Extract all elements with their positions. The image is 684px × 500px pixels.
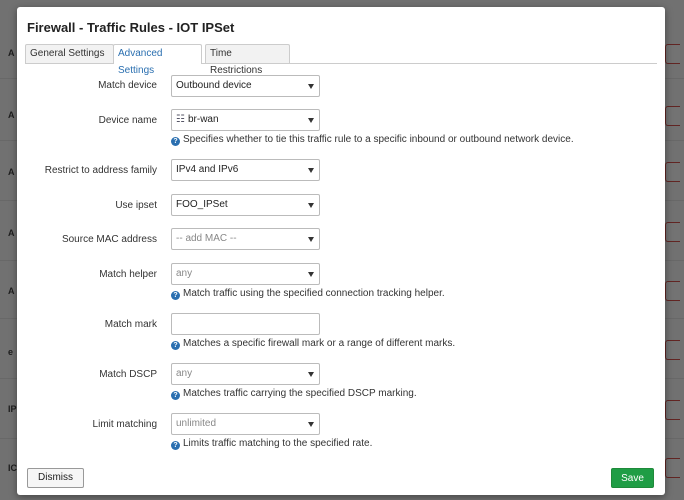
help-icon: ? [171,291,180,300]
chevron-down-icon [308,372,314,377]
match-dscp-value: any [176,368,193,379]
device-name-select[interactable]: ☷ br-wan [171,109,320,131]
tab-time-restrictions[interactable]: Time Restrictions [205,44,290,76]
match-mark-help-text: Matches a specific firewall mark or a ra… [183,338,456,349]
tab-bar: General Settings Advanced Settings Time … [25,44,657,76]
network-device-icon: ☷ [176,114,185,125]
chevron-down-icon [308,272,314,277]
chevron-down-icon [308,84,314,89]
device-name-help: ? Specifies whether to tie this traffic r… [171,134,574,146]
match-dscp-select[interactable]: any [171,363,320,385]
match-helper-select[interactable]: any [171,263,320,285]
help-icon: ? [171,137,180,146]
device-name-value: br-wan [187,114,219,125]
help-icon: ? [171,441,180,450]
save-button[interactable]: Save [611,468,654,488]
source-mac-label: Source MAC address [61,234,157,245]
device-name-help-text: Specifies whether to tie this traffic ru… [183,134,574,145]
match-helper-label: Match helper [99,269,157,280]
dismiss-button[interactable]: Dismiss [27,468,84,488]
match-mark-input[interactable] [171,313,320,335]
limit-matching-help-text: Limits traffic matching to the specified… [183,438,373,449]
tab-general-settings[interactable]: General Settings [25,44,114,63]
match-helper-help: ? Match traffic using the specified conne… [171,288,445,300]
limit-matching-label: Limit matching [92,419,157,430]
help-icon: ? [171,391,180,400]
chevron-down-icon [308,422,314,427]
chevron-down-icon [308,237,314,242]
match-mark-label: Match mark [104,319,157,330]
traffic-rule-dialog: Firewall - Traffic Rules - IOT IPSet Gen… [17,7,665,495]
match-dscp-label: Match DSCP [99,369,157,380]
use-ipset-label: Use ipset [115,200,157,211]
match-helper-help-text: Match traffic using the specified connec… [183,288,445,299]
chevron-down-icon [308,203,314,208]
limit-matching-select[interactable]: unlimited [171,413,320,435]
match-device-select[interactable]: Outbound device [171,75,320,97]
chevron-down-icon [308,118,314,123]
match-dscp-help-text: Matches traffic carrying the specified D… [183,388,417,399]
match-helper-value: any [176,268,193,279]
match-device-value: Outbound device [176,80,252,91]
address-family-label: Restrict to address family [44,165,157,176]
tab-advanced-settings[interactable]: Advanced Settings [113,44,202,76]
address-family-value: IPv4 and IPv6 [176,164,239,175]
match-mark-help: ? Matches a specific firewall mark or a r… [171,338,455,350]
limit-matching-value: unlimited [176,418,217,429]
match-device-label: Match device [98,80,157,91]
source-mac-select[interactable]: -- add MAC -- [171,228,320,250]
dialog-title: Firewall - Traffic Rules - IOT IPSet [27,20,235,35]
address-family-select[interactable]: IPv4 and IPv6 [171,159,320,181]
chevron-down-icon [308,168,314,173]
match-dscp-help: ? Matches traffic carrying the specified … [171,388,417,400]
limit-matching-help: ? Limits traffic matching to the specifie… [171,438,372,450]
help-icon: ? [171,341,180,350]
use-ipset-value: FOO_IPSet [176,199,228,210]
use-ipset-select[interactable]: FOO_IPSet [171,194,320,216]
source-mac-value: -- add MAC -- [176,233,237,244]
device-name-label: Device name [98,115,157,126]
